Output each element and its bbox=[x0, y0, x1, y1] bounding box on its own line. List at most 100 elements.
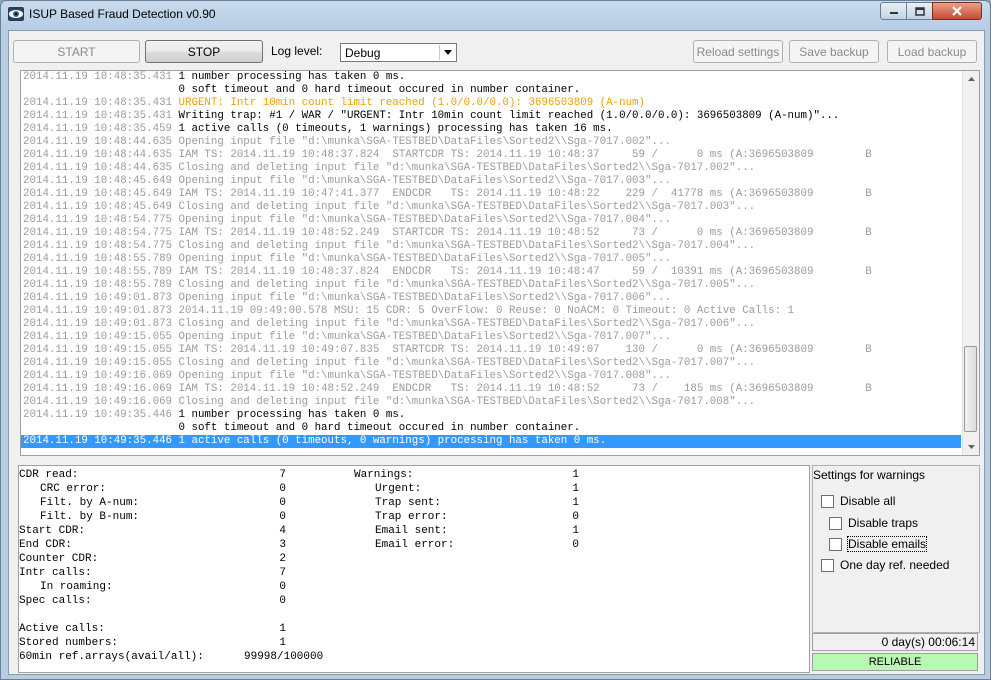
stat-value bbox=[226, 608, 286, 622]
log-line[interactable]: 2014.11.19 10:49:16.069 IAM TS: 2014.11.… bbox=[21, 383, 961, 396]
log-line[interactable]: 2014.11.19 10:49:15.055 Closing and dele… bbox=[21, 357, 961, 370]
stat-value: 1 bbox=[279, 637, 286, 649]
log-message: 1 number processing has taken 0 ms. bbox=[178, 71, 406, 83]
disable-traps-checkbox[interactable]: Disable traps bbox=[829, 516, 918, 530]
log-view[interactable]: 2014.11.19 10:48:35.431 1 number process… bbox=[20, 70, 980, 456]
reload-settings-button[interactable]: Reload settings bbox=[693, 40, 783, 63]
load-backup-button[interactable]: Load backup bbox=[887, 40, 977, 63]
log-message: 1 active calls (0 timeouts, 1 warnings) … bbox=[178, 123, 613, 135]
stat-label: Filt. by B-num: bbox=[40, 511, 140, 523]
stat-value: 1 bbox=[572, 497, 579, 509]
log-line[interactable]: 2014.11.19 10:48:54.775 IAM TS: 2014.11.… bbox=[21, 227, 961, 240]
log-line[interactable]: 0 soft timeout and 0 hard timeout occure… bbox=[21, 84, 961, 97]
statistics-panel: CDR read: 7 CRC error: 0 Filt. by A-num: 0 Fil… bbox=[18, 465, 810, 673]
log-line[interactable]: 2014.11.19 10:48:54.775 Opening input fi… bbox=[21, 214, 961, 227]
checkbox-icon[interactable] bbox=[821, 494, 834, 508]
stat-label: Email sent: bbox=[375, 525, 448, 537]
log-line[interactable]: 2014.11.19 10:49:16.069 Closing and dele… bbox=[21, 396, 961, 409]
scroll-up-icon[interactable] bbox=[963, 71, 979, 87]
log-timestamp: 2014.11.19 10:48:35.431 bbox=[23, 97, 179, 109]
main-panel: START STOP Log level: Debug Reload setti… bbox=[8, 30, 985, 675]
log-line[interactable]: 2014.11.19 10:49:15.055 IAM TS: 2014.11.… bbox=[21, 344, 961, 357]
log-line[interactable]: 2014.11.19 10:49:01.873 Opening input fi… bbox=[21, 292, 961, 305]
close-button[interactable] bbox=[932, 2, 982, 20]
log-line[interactable]: 2014.11.19 10:49:01.873 Closing and dele… bbox=[21, 318, 961, 331]
log-line[interactable]: 0 soft timeout and 0 hard timeout occure… bbox=[21, 422, 961, 435]
window-title: ISUP Based Fraud Detection v0.90 bbox=[29, 7, 216, 21]
log-line[interactable]: 2014.11.19 10:48:45.649 Opening input fi… bbox=[21, 175, 961, 188]
one-day-ref-checkbox[interactable]: One day ref. needed bbox=[821, 558, 949, 572]
stat-label: Filt. by A-num: bbox=[40, 497, 140, 509]
title-bar[interactable]: ISUP Based Fraud Detection v0.90 bbox=[1, 1, 990, 29]
log-line[interactable]: 2014.11.19 10:49:35.446 1 active calls (… bbox=[21, 435, 961, 448]
log-line[interactable]: 2014.11.19 10:48:55.789 Closing and dele… bbox=[21, 279, 961, 292]
log-message: Writing trap: #1 / WAR / "URGENT: Intr 1… bbox=[178, 110, 840, 122]
stat-label: CRC error: bbox=[40, 483, 107, 495]
stat-label: Warnings: bbox=[354, 469, 414, 481]
maximize-icon bbox=[914, 6, 925, 16]
ref-arrays-label: 60min ref.arrays(avail/all): bbox=[19, 651, 204, 663]
stat-label: Intr calls: bbox=[19, 567, 92, 579]
stat-label: End CDR: bbox=[19, 539, 72, 551]
log-line[interactable]: 2014.11.19 10:49:15.055 Opening input fi… bbox=[21, 331, 961, 344]
stop-button[interactable]: STOP bbox=[145, 40, 263, 63]
maximize-button[interactable] bbox=[906, 2, 933, 20]
log-scrollbar[interactable] bbox=[962, 71, 979, 455]
log-line[interactable]: 2014.11.19 10:49:01.873 2014.11.19 09:49… bbox=[21, 305, 961, 318]
log-line[interactable]: 2014.11.19 10:48:44.635 IAM TS: 2014.11.… bbox=[21, 149, 961, 162]
disable-all-checkbox[interactable]: Disable all bbox=[821, 494, 895, 508]
stat-label: CDR read: bbox=[19, 469, 79, 481]
stat-label: Active calls: bbox=[19, 623, 105, 635]
close-icon bbox=[952, 6, 962, 16]
start-button[interactable]: START bbox=[13, 40, 140, 63]
log-line[interactable]: 2014.11.19 10:48:35.459 1 active calls (… bbox=[21, 123, 961, 136]
minimize-icon bbox=[889, 12, 898, 14]
stat-value: 7 bbox=[279, 469, 286, 481]
eye-app-icon bbox=[8, 7, 24, 21]
log-line[interactable]: 2014.11.19 10:48:55.789 Opening input fi… bbox=[21, 253, 961, 266]
log-line[interactable]: 2014.11.19 10:48:54.775 Closing and dele… bbox=[21, 240, 961, 253]
one-day-ref-label: One day ref. needed bbox=[840, 558, 950, 572]
stat-label: Stored numbers: bbox=[19, 637, 119, 649]
stat-label: Trap sent: bbox=[375, 497, 442, 509]
dropdown-arrow-icon[interactable] bbox=[439, 45, 455, 60]
stat-value: 1 bbox=[572, 469, 579, 481]
disable-emails-checkbox[interactable]: Disable emails bbox=[829, 536, 928, 552]
stat-value: 0 bbox=[279, 581, 286, 593]
checkbox-icon[interactable] bbox=[829, 537, 842, 551]
scroll-thumb[interactable] bbox=[964, 346, 977, 432]
stat-value: 1 bbox=[572, 525, 579, 537]
log-line[interactable]: 2014.11.19 10:48:45.649 Closing and dele… bbox=[21, 201, 961, 214]
stat-value: 0 bbox=[279, 497, 286, 509]
uptime-display: 0 day(s) 00:06:14 bbox=[812, 633, 978, 651]
stat-value: 1 bbox=[572, 483, 579, 495]
stat-value: 0 bbox=[279, 511, 286, 523]
checkbox-icon[interactable] bbox=[829, 516, 842, 530]
stat-label: Counter CDR: bbox=[19, 553, 99, 565]
log-line[interactable]: 2014.11.19 10:48:45.649 IAM TS: 2014.11.… bbox=[21, 188, 961, 201]
log-line[interactable]: 2014.11.19 10:48:55.789 IAM TS: 2014.11.… bbox=[21, 266, 961, 279]
log-timestamp: 2014.11.19 10:48:35.431 bbox=[23, 71, 179, 83]
stat-value: 0 bbox=[279, 595, 286, 607]
log-message: 1 number processing has taken 0 ms. bbox=[178, 409, 406, 421]
log-line[interactable]: 2014.11.19 10:48:35.431 1 number process… bbox=[21, 71, 961, 84]
stat-label: Trap error: bbox=[375, 511, 448, 523]
scroll-down-icon[interactable] bbox=[963, 439, 979, 455]
log-line[interactable]: 2014.11.19 10:48:44.635 Closing and dele… bbox=[21, 162, 961, 175]
log-line[interactable]: 2014.11.19 10:48:35.431 Writing trap: #1… bbox=[21, 110, 961, 123]
log-level-select[interactable]: Debug bbox=[340, 43, 457, 62]
status-badge: RELIABLE bbox=[812, 653, 978, 671]
log-line[interactable]: 2014.11.19 10:48:35.431 URGENT: Intr 10m… bbox=[21, 97, 961, 110]
minimize-button[interactable] bbox=[880, 2, 907, 20]
log-line[interactable]: 2014.11.19 10:49:35.446 1 number process… bbox=[21, 409, 961, 422]
save-backup-button[interactable]: Save backup bbox=[789, 40, 879, 63]
log-line[interactable]: 2014.11.19 10:49:16.069 Opening input fi… bbox=[21, 370, 961, 383]
stat-value: 7 bbox=[279, 567, 286, 579]
checkbox-icon[interactable] bbox=[821, 558, 834, 572]
stat-label: Spec calls: bbox=[19, 595, 92, 607]
disable-traps-label: Disable traps bbox=[848, 516, 919, 530]
log-line[interactable]: 2014.11.19 10:48:44.635 Opening input fi… bbox=[21, 136, 961, 149]
settings-title: Settings for warnings bbox=[813, 468, 926, 482]
stat-value: 2 bbox=[279, 553, 286, 565]
stat-label: Email error: bbox=[375, 539, 455, 551]
